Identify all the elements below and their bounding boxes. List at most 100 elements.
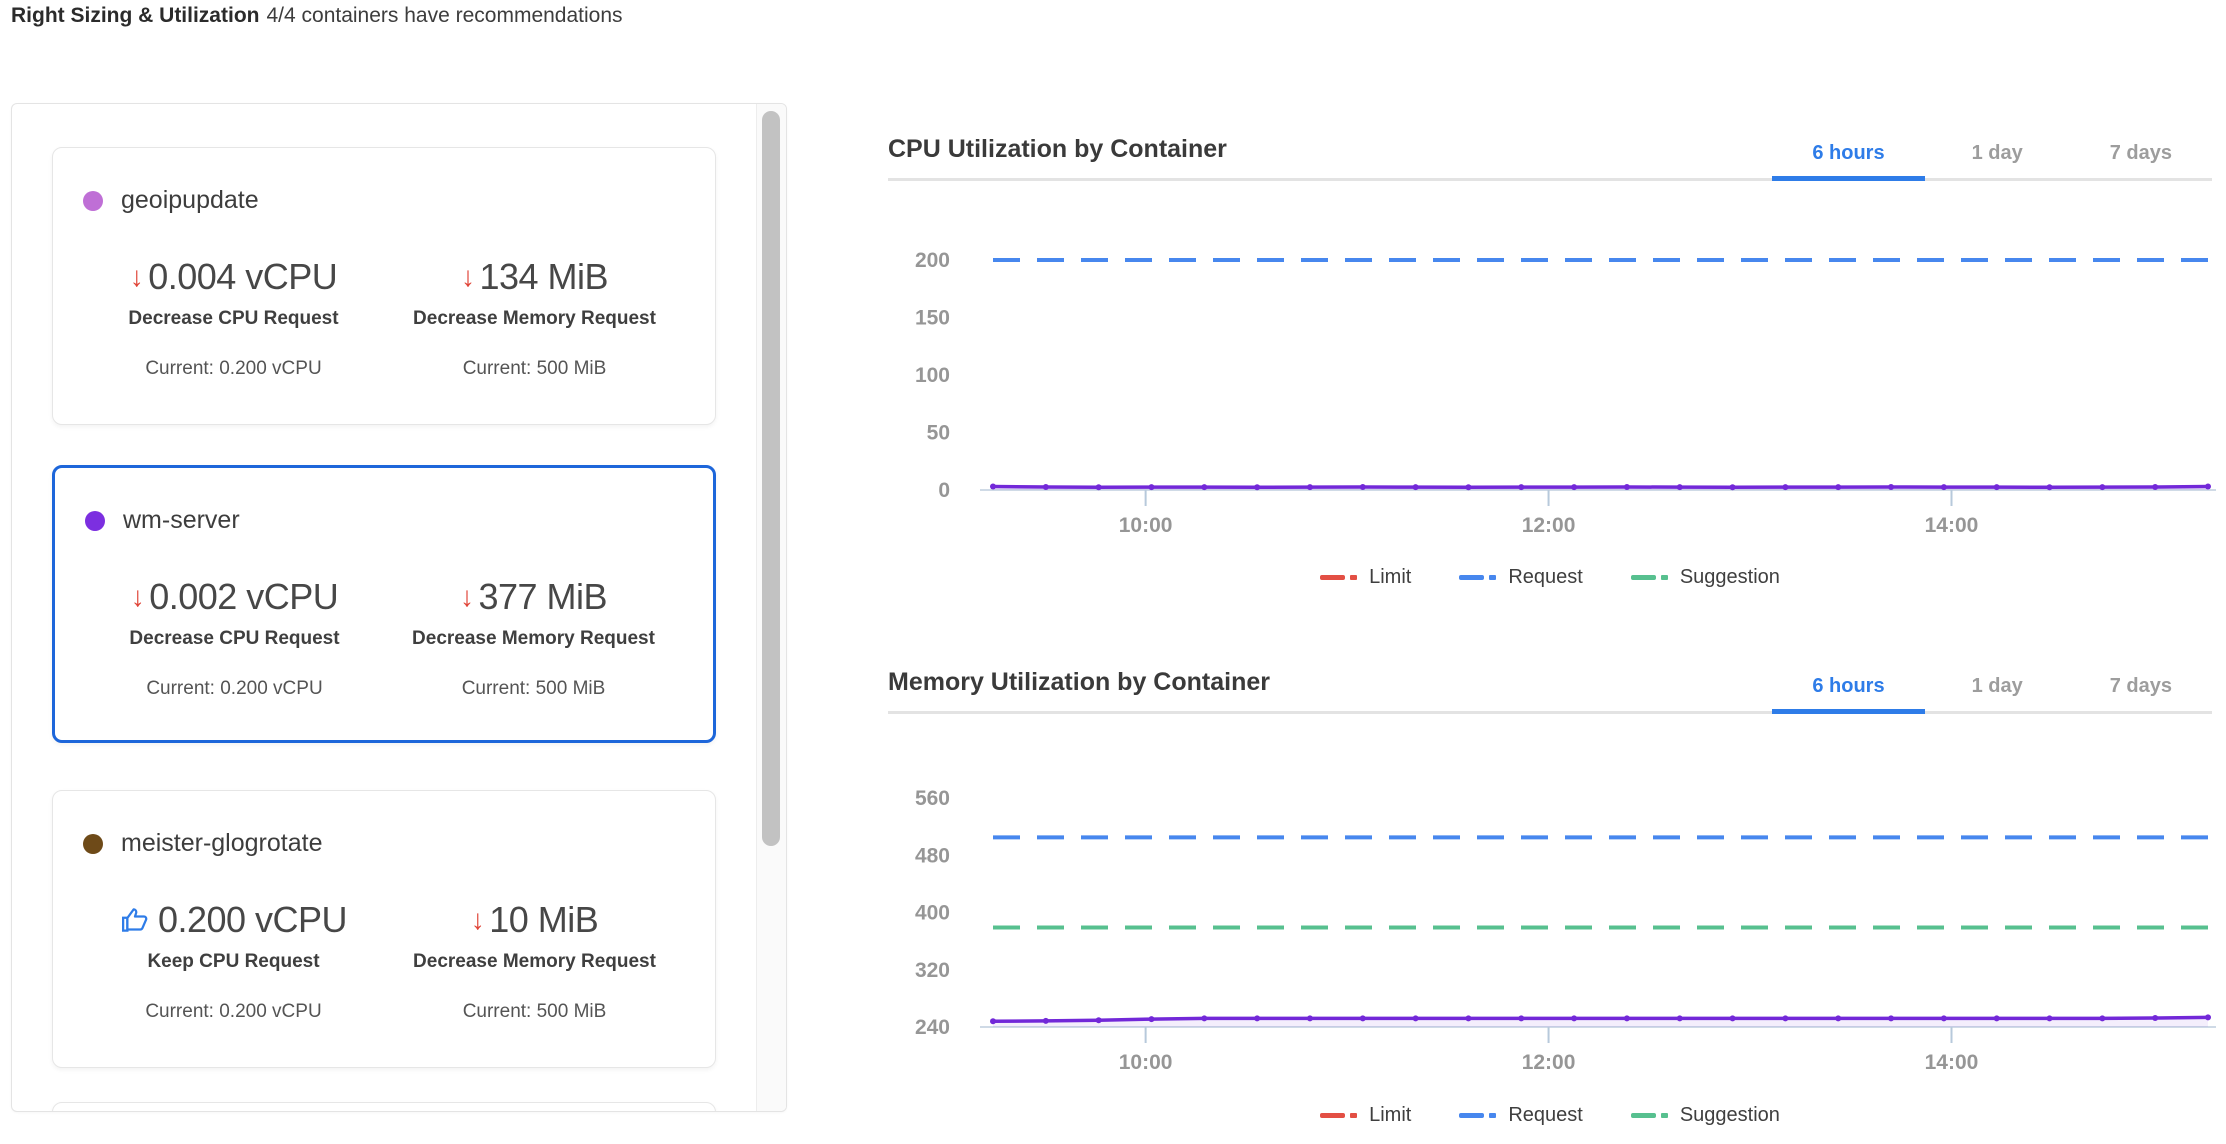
usage-point [1465,1015,1471,1021]
usage-point [2152,1015,2158,1021]
usage-point [1254,1015,1260,1021]
container-name-row: meister-glogrotate [83,829,685,858]
cpu-current-value: Current: 0.200 vCPU [145,358,321,380]
usage-point [990,1018,996,1024]
container-card-meister-glogrotate[interactable]: meister-glogrotate ↓ 0.200 vCPU Keep CPU… [52,790,716,1068]
cpu-recommendation-value: 0.200 vCPU [158,900,347,940]
memory-chart-legend: Limit Request Suggestion [888,1104,2212,1127]
cpu-recommendation: ↓ 0.004 vCPU Decrease CPU Request Curren… [83,257,384,380]
legend-label: Limit [1369,566,1411,589]
memory-recommendation-value: 134 MiB [479,257,608,297]
usage-point [1307,484,1313,490]
usage-point [2205,484,2211,490]
legend-dash-icon [1320,1113,1345,1118]
decrease-arrow-icon: ↓ [130,263,144,291]
container-card-wm-server[interactable]: wm-server ↓ 0.002 vCPU Decrease CPU Requ… [52,465,716,743]
container-list-panel: geoipupdate ↓ 0.004 vCPU Decrease CPU Re… [11,103,787,1112]
usage-point [1994,484,2000,490]
legend-label: Suggestion [1680,566,1780,589]
y-axis-tick-label: 240 [915,1016,950,1039]
legend-dash-icon [1631,1113,1656,1118]
usage-point [2205,1014,2211,1020]
legend-item-request[interactable]: Request [1459,1104,1583,1127]
y-axis-tick-label: 100 [915,364,950,387]
cpu-recommendation-value-row: ↓ 0.002 vCPU [131,577,339,617]
cpu-chart-title: CPU Utilization by Container [888,135,1765,178]
legend-label: Request [1508,1104,1583,1127]
usage-point [1835,1015,1841,1021]
y-axis-tick-label: 50 [927,422,950,445]
usage-point [1730,1015,1736,1021]
tab-1-day[interactable]: 1 day [1932,142,2063,181]
legend-dash-icon [1631,575,1656,580]
legend-item-limit[interactable]: Limit [1320,566,1411,589]
memory-recommendation: ↓ 134 MiB Decrease Memory Request Curren… [384,257,685,380]
usage-point [1677,1015,1683,1021]
x-axis-tick-label: 10:00 [1119,514,1173,537]
x-axis-tick-label: 10:00 [1119,1051,1173,1074]
recommendations-row: ↓ 0.004 vCPU Decrease CPU Request Curren… [83,257,685,380]
tab-7-days[interactable]: 7 days [2070,142,2212,181]
usage-point [1941,484,1947,490]
usage-point [1096,484,1102,490]
usage-point [1518,484,1524,490]
memory-utilization-chart: 56048040032024010:0012:0014:00 [880,765,2226,1085]
memory-current-value: Current: 500 MiB [463,1001,607,1023]
y-axis-tick-label: 0 [938,479,950,502]
x-axis-tick-label: 14:00 [1925,514,1979,537]
decrease-arrow-icon: ↓ [471,906,485,934]
scrollbar-thumb[interactable] [762,111,780,846]
legend-item-request[interactable]: Request [1459,566,1583,589]
usage-point [1994,1015,2000,1021]
tab-7-days[interactable]: 7 days [2070,675,2212,714]
legend-dash-icon [1320,575,1345,580]
memory-recommendation: ↓ 10 MiB Decrease Memory Request Current… [384,900,685,1023]
usage-point [1096,1017,1102,1023]
legend-item-suggestion[interactable]: Suggestion [1631,1104,1780,1127]
tab-6-hours[interactable]: 6 hours [1772,675,1924,714]
usage-point [1835,484,1841,490]
scrollbar-track[interactable] [756,104,786,1111]
cpu-recommendation: ↓ 0.200 vCPU Keep CPU Request Current: 0… [83,900,384,1023]
container-card-geoipupdate[interactable]: geoipupdate ↓ 0.004 vCPU Decrease CPU Re… [52,147,716,425]
container-name-row: geoipupdate [83,186,685,215]
usage-point [2152,484,2158,490]
usage-point [2047,484,2053,490]
cpu-recommendation-value-row: ↓ 0.004 vCPU [130,257,338,297]
cpu-recommendation-value-row: ↓ 0.200 vCPU [120,900,347,940]
cpu-utilization-chart: 20015010050010:0012:0014:00 [880,228,2226,548]
container-name-row: wm-server [85,506,683,535]
usage-point [2047,1015,2053,1021]
legend-item-limit[interactable]: Limit [1320,1104,1411,1127]
usage-point [1201,1015,1207,1021]
memory-chart-title: Memory Utilization by Container [888,668,1765,711]
legend-dot-icon [1350,1113,1357,1118]
usage-line [993,487,2208,488]
tab-6-hours[interactable]: 6 hours [1772,142,1924,181]
tab-1-day[interactable]: 1 day [1932,675,2063,714]
usage-point [1624,484,1630,490]
usage-point [1782,1015,1788,1021]
usage-point [1043,484,1049,490]
legend-label: Request [1508,566,1583,589]
cpu-current-value: Current: 0.200 vCPU [146,678,322,700]
usage-point [990,484,996,490]
legend-label: Limit [1369,1104,1411,1127]
container-card-partial[interactable] [52,1102,716,1112]
usage-point [1043,1018,1049,1024]
y-axis-tick-label: 480 [915,844,950,867]
x-axis-tick-label: 12:00 [1522,1051,1576,1074]
cpu-chart-legend: Limit Request Suggestion [888,566,2212,589]
memory-recommendation-value-row: ↓ 10 MiB [471,900,599,940]
decrease-arrow-icon: ↓ [460,583,474,611]
memory-recommendation-action: Decrease Memory Request [413,308,656,330]
memory-recommendation-value-row: ↓ 134 MiB [461,257,608,297]
memory-current-value: Current: 500 MiB [462,678,606,700]
decrease-arrow-icon: ↓ [131,583,145,611]
legend-dot-icon [1489,575,1496,580]
y-axis-tick-label: 320 [915,959,950,982]
legend-item-suggestion[interactable]: Suggestion [1631,566,1780,589]
container-name: meister-glogrotate [121,829,322,858]
usage-point [1888,1015,1894,1021]
legend-dot-icon [1661,575,1668,580]
